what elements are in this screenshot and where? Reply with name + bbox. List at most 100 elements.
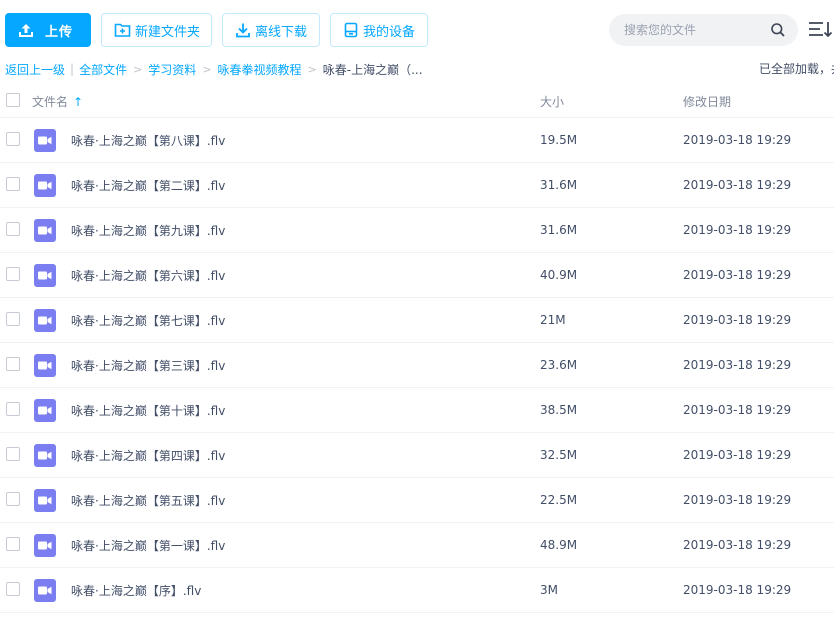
new-folder-button[interactable]: 新建文件夹 xyxy=(101,13,212,47)
file-size: 22.5M xyxy=(540,493,578,507)
upload-button[interactable]: 上传 xyxy=(5,13,91,47)
breadcrumb-divider: | xyxy=(70,62,75,76)
breadcrumb: 返回上一级 | 全部文件 > 学习资料 > 咏春拳视频教程 > 咏春-上海之巅（… xyxy=(5,60,423,78)
folder-plus-icon xyxy=(114,22,131,38)
file-name[interactable]: 咏春·上海之巅【第六课】.flv xyxy=(71,267,225,284)
file-row[interactable]: 咏春·上海之巅【第八课】.flv 19.5M 2019-03-18 19:29 xyxy=(0,118,834,163)
file-modified-date: 2019-03-18 19:29 xyxy=(683,493,792,507)
file-size: 21M xyxy=(540,313,566,327)
file-modified-date: 2019-03-18 19:29 xyxy=(683,268,792,282)
video-file-icon xyxy=(34,174,56,197)
row-checkbox[interactable] xyxy=(6,222,20,236)
video-file-icon xyxy=(34,399,56,422)
video-file-icon xyxy=(34,219,56,242)
file-name[interactable]: 咏春·上海之巅【序】.flv xyxy=(71,582,201,599)
file-modified-date: 2019-03-18 19:29 xyxy=(683,538,792,552)
sort-arrow-icon: ↑ xyxy=(73,94,84,109)
file-list: 咏春·上海之巅【第八课】.flv 19.5M 2019-03-18 19:29 … xyxy=(0,118,834,613)
breadcrumb-item[interactable]: 学习资料 xyxy=(148,61,196,78)
column-header-name[interactable]: 文件名 ↑ xyxy=(32,93,83,110)
file-name[interactable]: 咏春·上海之巅【第九课】.flv xyxy=(71,222,225,239)
file-name[interactable]: 咏春·上海之巅【第十课】.flv xyxy=(71,402,225,419)
breadcrumb-current: 咏春-上海之巅（... xyxy=(322,62,423,77)
column-header-name-label: 文件名 xyxy=(32,95,69,109)
row-checkbox[interactable] xyxy=(6,447,20,461)
file-size: 3M xyxy=(540,583,558,597)
file-row[interactable]: 咏春·上海之巅【第五课】.flv 22.5M 2019-03-18 19:29 xyxy=(0,478,834,523)
file-row[interactable]: 咏春·上海之巅【第七课】.flv 21M 2019-03-18 19:29 xyxy=(0,298,834,343)
file-name[interactable]: 咏春·上海之巅【第七课】.flv xyxy=(71,312,225,329)
back-link[interactable]: 返回上一级 xyxy=(5,61,65,78)
new-folder-label: 新建文件夹 xyxy=(135,24,201,40)
file-size: 32.5M xyxy=(540,448,578,462)
video-file-icon xyxy=(34,309,56,332)
file-name[interactable]: 咏春·上海之巅【第八课】.flv xyxy=(71,132,225,149)
file-row[interactable]: 咏春·上海之巅【第九课】.flv 31.6M 2019-03-18 19:29 xyxy=(0,208,834,253)
row-checkbox[interactable] xyxy=(6,312,20,326)
table-header: 文件名 ↑ 大小 修改日期 xyxy=(0,84,834,118)
file-modified-date: 2019-03-18 19:29 xyxy=(683,358,792,372)
file-size: 31.6M xyxy=(540,178,578,192)
file-modified-date: 2019-03-18 19:29 xyxy=(683,403,792,417)
file-modified-date: 2019-03-18 19:29 xyxy=(683,133,792,147)
file-name[interactable]: 咏春·上海之巅【第二课】.flv xyxy=(71,177,225,194)
row-checkbox[interactable] xyxy=(6,492,20,506)
file-row[interactable]: 咏春·上海之巅【序】.flv 3M 2019-03-18 19:29 xyxy=(0,568,834,613)
column-header-modified[interactable]: 修改日期 xyxy=(683,93,731,110)
file-row[interactable]: 咏春·上海之巅【第三课】.flv 23.6M 2019-03-18 19:29 xyxy=(0,343,834,388)
column-header-size[interactable]: 大小 xyxy=(540,93,564,110)
video-file-icon xyxy=(34,579,56,602)
row-checkbox[interactable] xyxy=(6,537,20,551)
file-name[interactable]: 咏春·上海之巅【第五课】.flv xyxy=(71,492,225,509)
upload-label: 上传 xyxy=(45,24,74,40)
file-modified-date: 2019-03-18 19:29 xyxy=(683,448,792,462)
file-size: 38.5M xyxy=(540,403,578,417)
file-row[interactable]: 咏春·上海之巅【第一课】.flv 48.9M 2019-03-18 19:29 xyxy=(0,523,834,568)
row-checkbox[interactable] xyxy=(6,132,20,146)
list-sort-icon[interactable] xyxy=(808,18,834,42)
breadcrumb-arrow: > xyxy=(202,62,212,76)
video-file-icon xyxy=(34,444,56,467)
file-size: 19.5M xyxy=(540,133,578,147)
breadcrumb-item[interactable]: 咏春拳视频教程 xyxy=(218,61,302,78)
file-name[interactable]: 咏春·上海之巅【第四课】.flv xyxy=(71,447,225,464)
video-file-icon xyxy=(34,264,56,287)
row-checkbox[interactable] xyxy=(6,582,20,596)
my-devices-label: 我的设备 xyxy=(363,24,416,40)
video-file-icon xyxy=(34,354,56,377)
load-status: 已全部加载，共 xyxy=(759,62,834,76)
file-row[interactable]: 咏春·上海之巅【第二课】.flv 31.6M 2019-03-18 19:29 xyxy=(0,163,834,208)
download-icon xyxy=(235,22,251,38)
file-modified-date: 2019-03-18 19:29 xyxy=(683,313,792,327)
file-modified-date: 2019-03-18 19:29 xyxy=(683,583,792,597)
video-file-icon xyxy=(34,129,56,152)
file-size: 31.6M xyxy=(540,223,578,237)
file-row[interactable]: 咏春·上海之巅【第四课】.flv 32.5M 2019-03-18 19:29 xyxy=(0,433,834,478)
search-icon[interactable] xyxy=(770,22,786,41)
search-box xyxy=(609,14,798,46)
row-checkbox[interactable] xyxy=(6,177,20,191)
file-name[interactable]: 咏春·上海之巅【第三课】.flv xyxy=(71,357,225,374)
file-size: 40.9M xyxy=(540,268,578,282)
video-file-icon xyxy=(34,534,56,557)
file-size: 48.9M xyxy=(540,538,578,552)
select-all-checkbox[interactable] xyxy=(6,93,20,107)
row-checkbox[interactable] xyxy=(6,357,20,371)
row-checkbox[interactable] xyxy=(6,402,20,416)
video-file-icon xyxy=(34,489,56,512)
my-devices-button[interactable]: 我的设备 xyxy=(330,13,428,47)
file-row[interactable]: 咏春·上海之巅【第十课】.flv 38.5M 2019-03-18 19:29 xyxy=(0,388,834,433)
file-size: 23.6M xyxy=(540,358,578,372)
search-input[interactable] xyxy=(624,23,764,37)
toolbar: 上传 新建文件夹 离线下载 我的设备 xyxy=(0,0,834,60)
row-checkbox[interactable] xyxy=(6,267,20,281)
offline-download-button[interactable]: 离线下载 xyxy=(222,13,320,47)
file-name[interactable]: 咏春·上海之巅【第一课】.flv xyxy=(71,537,225,554)
breadcrumb-arrow: > xyxy=(307,62,317,76)
file-modified-date: 2019-03-18 19:29 xyxy=(683,178,792,192)
file-row[interactable]: 咏春·上海之巅【第六课】.flv 40.9M 2019-03-18 19:29 xyxy=(0,253,834,298)
upload-icon xyxy=(18,22,34,38)
breadcrumb-arrow: > xyxy=(133,62,143,76)
device-icon xyxy=(343,22,359,38)
breadcrumb-item[interactable]: 全部文件 xyxy=(79,61,127,78)
